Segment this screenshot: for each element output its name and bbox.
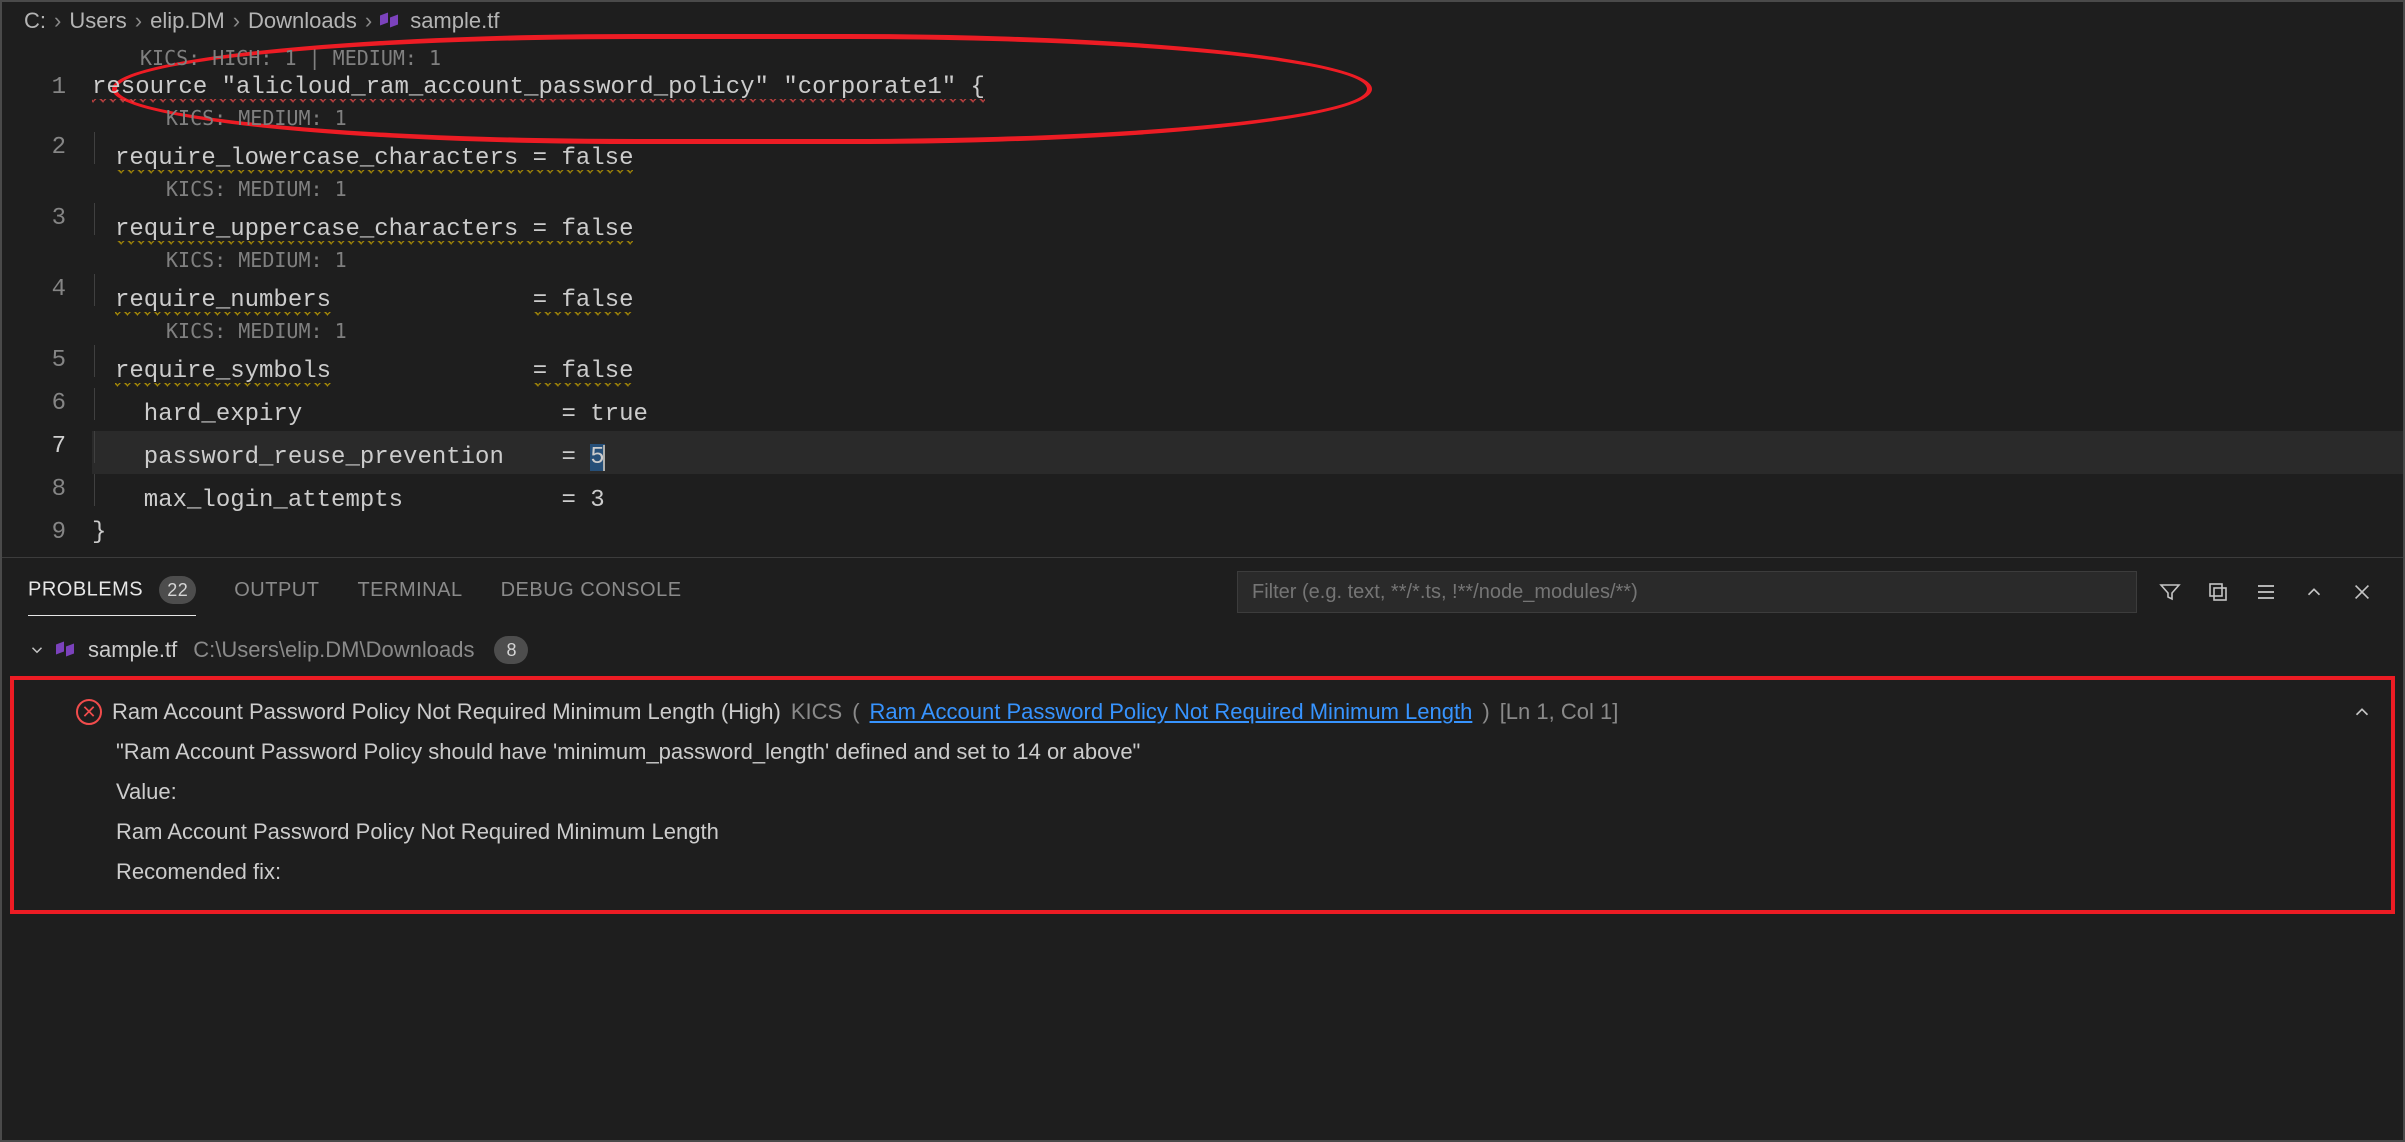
line-number: 1 bbox=[2, 72, 92, 104]
line-number: 5 bbox=[2, 345, 92, 377]
chevron-right-icon: › bbox=[365, 8, 372, 34]
code-line[interactable]: } bbox=[92, 517, 2403, 549]
problem-value-label: Value: bbox=[76, 772, 2373, 812]
problem-rule-link[interactable]: Ram Account Password Policy Not Required… bbox=[870, 692, 1473, 732]
chevron-up-icon[interactable] bbox=[2351, 701, 2373, 723]
chevron-up-icon[interactable] bbox=[2299, 577, 2329, 607]
filter-icon[interactable] bbox=[2155, 577, 2185, 607]
chevron-right-icon: › bbox=[233, 8, 240, 34]
breadcrumb-seg[interactable]: C: bbox=[24, 8, 46, 34]
close-icon[interactable] bbox=[2347, 577, 2377, 607]
error-icon: ✕ bbox=[76, 699, 102, 725]
problem-item[interactable]: ✕ Ram Account Password Policy Not Requir… bbox=[76, 692, 2373, 732]
codelens[interactable]: KICS: MEDIUM: 1 bbox=[92, 104, 2403, 132]
text-cursor bbox=[603, 445, 605, 471]
tab-debug-console[interactable]: DEBUG CONSOLE bbox=[501, 571, 682, 614]
code-line[interactable]: require_symbols = false bbox=[92, 345, 2403, 388]
problem-location: [Ln 1, Col 1] bbox=[1500, 692, 1619, 732]
code-line[interactable]: password_reuse_prevention = 5 bbox=[92, 431, 2403, 474]
problems-file-row[interactable]: sample.tf C:\Users\elip.DM\Downloads 8 bbox=[2, 630, 2403, 670]
breadcrumb[interactable]: C: › Users › elip.DM › Downloads › sampl… bbox=[2, 2, 2403, 40]
codelens[interactable]: KICS: MEDIUM: 1 bbox=[92, 317, 2403, 345]
chevron-right-icon: › bbox=[54, 8, 61, 34]
codelens[interactable]: KICS: HIGH: 1 | MEDIUM: 1 bbox=[92, 44, 2403, 72]
problem-title: Ram Account Password Policy Not Required… bbox=[112, 692, 781, 732]
terraform-file-icon bbox=[380, 10, 402, 32]
line-number: 7 bbox=[2, 431, 92, 463]
breadcrumb-seg[interactable]: sample.tf bbox=[410, 8, 499, 34]
bottom-panel: PROBLEMS 22 OUTPUT TERMINAL DEBUG CONSOL… bbox=[2, 557, 2403, 1140]
problems-filter-input[interactable] bbox=[1237, 571, 2137, 613]
code-line[interactable]: max_login_attempts = 3 bbox=[92, 474, 2403, 517]
view-as-list-icon[interactable] bbox=[2251, 577, 2281, 607]
line-number: 8 bbox=[2, 474, 92, 506]
breadcrumb-seg[interactable]: Users bbox=[69, 8, 126, 34]
problem-fix-label: Recomended fix: bbox=[76, 852, 2373, 892]
problem-message: "Ram Account Password Policy should have… bbox=[76, 732, 2373, 772]
tab-label: PROBLEMS bbox=[28, 579, 143, 601]
terraform-file-icon bbox=[56, 639, 78, 661]
problems-file-path: C:\Users\elip.DM\Downloads bbox=[193, 637, 474, 663]
breadcrumb-seg[interactable]: Downloads bbox=[248, 8, 357, 34]
line-number: 3 bbox=[2, 203, 92, 235]
tab-terminal[interactable]: TERMINAL bbox=[357, 571, 462, 614]
code-line[interactable]: require_uppercase_characters = false bbox=[92, 203, 2403, 246]
problems-count-badge: 22 bbox=[159, 576, 196, 604]
line-number: 4 bbox=[2, 274, 92, 306]
tab-output[interactable]: OUTPUT bbox=[234, 571, 319, 614]
annotation-highlight-box: ✕ Ram Account Password Policy Not Requir… bbox=[10, 676, 2395, 914]
problem-value-body: Ram Account Password Policy Not Required… bbox=[76, 812, 2373, 852]
codelens[interactable]: KICS: MEDIUM: 1 bbox=[92, 246, 2403, 274]
problems-file-name: sample.tf bbox=[88, 637, 177, 663]
code-line[interactable]: require_lowercase_characters = false bbox=[92, 132, 2403, 175]
code-line[interactable]: require_numbers = false bbox=[92, 274, 2403, 317]
tab-problems[interactable]: PROBLEMS 22 bbox=[28, 568, 196, 616]
chevron-right-icon: › bbox=[135, 8, 142, 34]
editor[interactable]: KICS: HIGH: 1 | MEDIUM: 1 1 resource "al… bbox=[2, 40, 2403, 549]
code-line: resource "alicloud_ram_account_password_… bbox=[92, 72, 2403, 104]
chevron-down-icon bbox=[28, 641, 46, 659]
codelens[interactable]: KICS: MEDIUM: 1 bbox=[92, 175, 2403, 203]
line-number: 6 bbox=[2, 388, 92, 420]
line-number: 2 bbox=[2, 132, 92, 164]
breadcrumb-seg[interactable]: elip.DM bbox=[150, 8, 225, 34]
file-problem-count-badge: 8 bbox=[494, 636, 528, 664]
collapse-all-icon[interactable] bbox=[2203, 577, 2233, 607]
code-line[interactable]: hard_expiry = true bbox=[92, 388, 2403, 431]
line-number: 9 bbox=[2, 517, 92, 549]
problem-source: KICS bbox=[791, 692, 842, 732]
